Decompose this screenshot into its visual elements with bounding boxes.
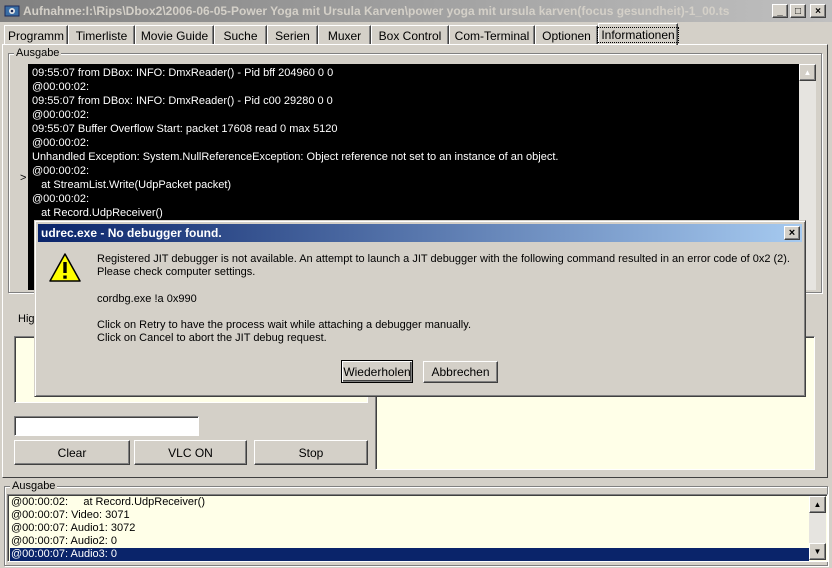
tab-optionen[interactable]: Optionen (535, 25, 598, 45)
console-line: at StreamList.Write(UdpPacket packet) (32, 179, 232, 191)
tab-com-terminal[interactable]: Com-Terminal (449, 25, 535, 45)
tab-box-control[interactable]: Box Control (371, 25, 449, 45)
dialog-message-line-2: Please check computer settings. (97, 266, 256, 278)
console-line: 09:55:07 Buffer Overflow Start: packet 1… (32, 123, 338, 135)
console-line: at Record.UdpReceiver() (32, 207, 163, 219)
current-line-marker: > (20, 172, 27, 184)
console-line: 09:55:07 from DBox: INFO: DmxReader() - … (32, 95, 333, 107)
app-icon[interactable] (4, 3, 20, 19)
tab-label: Timerliste (75, 28, 128, 43)
tab-label: Com-Terminal (454, 28, 530, 43)
vlc-on-button[interactable]: VLC ON (134, 440, 247, 465)
console-line: Unhandled Exception: System.NullReferenc… (32, 151, 559, 163)
output-group-label: Ausgabe (14, 47, 62, 59)
log-line-selected[interactable]: @00:00:07: Audio3: 0 (10, 548, 809, 561)
stop-button[interactable]: Stop (254, 440, 368, 465)
console-lines: 09:55:07 from DBox: INFO: DmxReader() - … (32, 66, 796, 220)
tab-label: Movie Guide (140, 28, 209, 43)
minimize-icon: _ (777, 5, 783, 17)
scroll-up-button[interactable]: ▲ (799, 64, 816, 81)
tab-movie-guide[interactable]: Movie Guide (135, 25, 214, 45)
log-line[interactable]: @00:00:07: Audio2: 0 (10, 535, 809, 548)
retry-button[interactable]: Wiederholen (341, 360, 413, 383)
log-group-label: Ausgabe (10, 480, 58, 492)
tab-informationen[interactable]: Informationen (597, 23, 679, 45)
log-scroll-up-button[interactable]: ▲ (809, 496, 826, 513)
console-line: @00:00:02: (32, 109, 90, 121)
tab-timerliste[interactable]: Timerliste (68, 25, 135, 45)
dialog-cancel-hint: Click on Cancel to abort the JIT debug r… (97, 332, 327, 344)
dialog-command: cordbg.exe !a 0x990 (97, 293, 197, 305)
close-icon: × (815, 5, 821, 17)
error-dialog: udrec.exe - No debugger found. × Registe… (34, 220, 806, 397)
dialog-retry-hint: Click on Retry to have the process wait … (97, 319, 471, 331)
tab-programm[interactable]: Programm (4, 25, 68, 45)
title-bar: Aufnahme:I:\Rips\Dbox2\2006-06-05-Power … (0, 0, 832, 22)
tab-label: Programm (8, 28, 65, 43)
dialog-title: udrec.exe - No debugger found. (41, 226, 222, 240)
log-line[interactable]: @00:00:07: Video: 3071 (10, 509, 809, 522)
tab-suche[interactable]: Suche (214, 25, 267, 45)
cancel-button[interactable]: Abbrechen (423, 361, 498, 383)
tab-strip: Programm Timerliste Movie Guide Suche Se… (4, 23, 679, 45)
close-button[interactable]: × (810, 4, 826, 18)
tab-label: Suche (223, 28, 258, 43)
dialog-message-line-1: Registered JIT debugger is not available… (97, 253, 790, 265)
maximize-button[interactable]: □ (790, 4, 806, 18)
close-icon: × (788, 227, 796, 239)
log-scroll-down-button[interactable]: ▼ (809, 543, 826, 560)
console-line: 09:55:07 from DBox: INFO: DmxReader() - … (32, 67, 334, 79)
tab-label: Optionen (542, 28, 591, 43)
console-line: @00:00:02: (32, 193, 90, 205)
warning-icon (49, 253, 81, 286)
console-line: @00:00:02: (32, 137, 90, 149)
maximize-icon: □ (794, 5, 802, 17)
text-input[interactable] (14, 416, 199, 436)
tab-label: Muxer (327, 28, 362, 43)
log-list[interactable]: @00:00:02: at Record.UdpReceiver() @00:0… (7, 494, 828, 562)
window-title: Aufnahme:I:\Rips\Dbox2\2006-06-05-Power … (23, 4, 730, 18)
tab-label: Box Control (378, 28, 442, 43)
minimize-button[interactable]: _ (772, 4, 788, 18)
log-line[interactable]: @00:00:02: at Record.UdpReceiver() (10, 496, 809, 509)
clear-button[interactable]: Clear (14, 440, 130, 465)
log-scrollbar[interactable]: ▲ ▼ (809, 496, 826, 560)
tab-muxer[interactable]: Muxer (318, 25, 371, 45)
log-line[interactable]: @00:00:07: Audio1: 3072 (10, 522, 809, 535)
console-line: @00:00:02: (32, 81, 90, 93)
dialog-title-bar: udrec.exe - No debugger found. × (38, 224, 802, 242)
dialog-close-button[interactable]: × (784, 226, 800, 240)
tab-serien[interactable]: Serien (267, 25, 318, 45)
console-line: @00:00:02: (32, 165, 90, 177)
tab-label: Serien (275, 28, 310, 43)
tab-label: Informationen (597, 26, 679, 43)
